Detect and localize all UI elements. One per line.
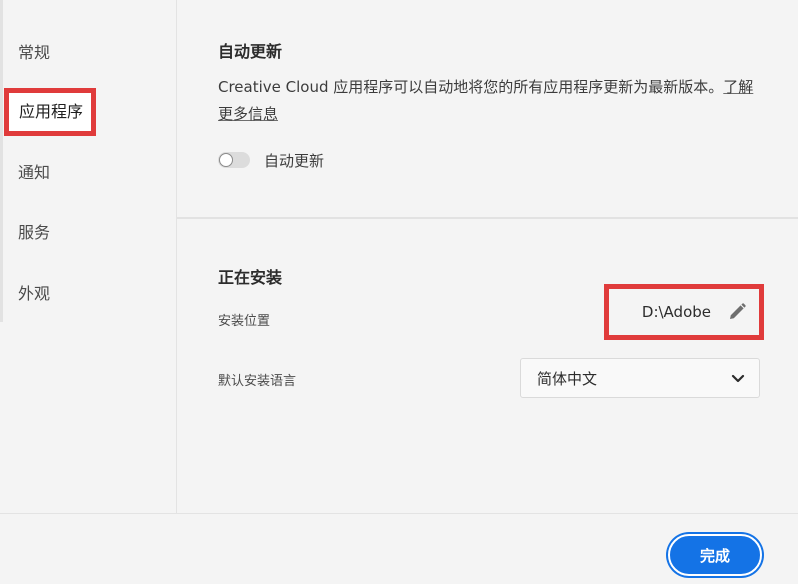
install-location-label: 安装位置 bbox=[218, 314, 271, 329]
auto-update-description: Creative Cloud 应用程序可以自动地将您的所有应用程序更新为最新版本… bbox=[218, 74, 763, 128]
sidebar-item-services[interactable]: 服务 bbox=[18, 222, 50, 244]
sidebar-item-general[interactable]: 常规 bbox=[18, 42, 50, 64]
footer: 完成 bbox=[0, 513, 798, 584]
sidebar-item-notifications[interactable]: 通知 bbox=[18, 162, 50, 184]
toggle-knob bbox=[219, 153, 233, 167]
install-language-label: 默认安装语言 bbox=[218, 374, 297, 389]
install-location-value: D:\Adobe bbox=[641, 303, 711, 321]
install-location-field: D:\Adobe bbox=[604, 284, 764, 340]
preferences-window: 常规 应用程序 通知 服务 外观 自动更新 Creative Cloud 应用程… bbox=[0, 0, 798, 584]
done-button[interactable]: 完成 bbox=[668, 534, 762, 576]
install-language-select[interactable]: 简体中文 bbox=[520, 358, 760, 398]
auto-update-description-text: Creative Cloud 应用程序可以自动地将您的所有应用程序更新为最新版本… bbox=[218, 78, 724, 96]
sidebar-item-apps[interactable]: 应用程序 bbox=[4, 88, 96, 136]
installing-title: 正在安装 bbox=[218, 268, 283, 287]
main-panel: 自动更新 Creative Cloud 应用程序可以自动地将您的所有应用程序更新… bbox=[177, 0, 798, 513]
auto-update-toggle[interactable] bbox=[218, 152, 250, 168]
sidebar-scroll-edge bbox=[0, 0, 3, 322]
auto-update-title: 自动更新 bbox=[218, 42, 283, 61]
sidebar: 常规 应用程序 通知 服务 外观 bbox=[0, 0, 177, 513]
section-divider bbox=[177, 217, 798, 219]
auto-update-toggle-label: 自动更新 bbox=[264, 151, 325, 170]
pencil-icon[interactable] bbox=[727, 302, 747, 322]
chevron-down-icon bbox=[731, 374, 745, 383]
sidebar-item-appearance[interactable]: 外观 bbox=[18, 283, 50, 305]
install-language-value: 简体中文 bbox=[537, 369, 598, 388]
auto-update-toggle-row: 自动更新 bbox=[218, 148, 324, 172]
